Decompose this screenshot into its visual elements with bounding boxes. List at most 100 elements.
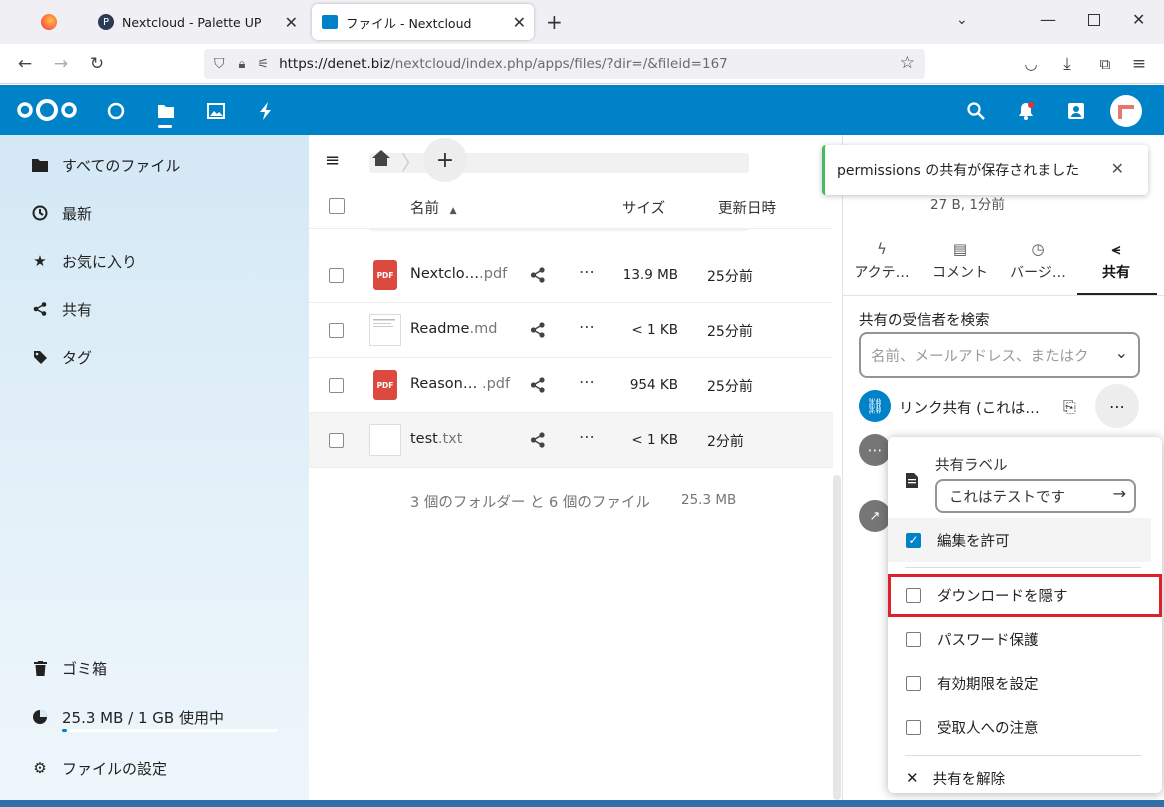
file-basename: Readme — [410, 321, 470, 337]
file-name[interactable]: Reason… .pdf — [410, 376, 510, 392]
more-actions-icon[interactable]: ⋯ — [579, 262, 595, 281]
share-search-label: 共有の受信者を検索 — [859, 313, 990, 329]
submit-arrow-icon[interactable]: → — [1113, 484, 1126, 503]
nav-all-files[interactable]: すべてのファイル — [30, 150, 180, 180]
dashboard-icon[interactable] — [104, 99, 128, 123]
firefox-icon — [41, 14, 57, 30]
tab-comments[interactable]: ▤ コメント — [921, 240, 999, 282]
tab-list-chevron-icon[interactable]: ⌄ — [956, 12, 968, 28]
sort-ascending-icon: ▲ — [449, 206, 457, 216]
share-icon[interactable] — [530, 322, 546, 342]
menu-allow-edit[interactable]: ✓ 編集を許可 — [888, 518, 1151, 562]
app-menu-icon[interactable]: ≡ — [1128, 53, 1150, 75]
file-name[interactable]: Nextclo….pdf — [410, 266, 507, 282]
pdf-file-icon: PDF — [373, 260, 397, 290]
share-icon[interactable] — [530, 432, 546, 452]
menu-password-protect[interactable]: パスワード保護 — [888, 617, 1162, 661]
share-label-input[interactable]: これはテストです → — [935, 479, 1136, 513]
tab-label: バージ… — [1010, 265, 1066, 281]
file-row[interactable]: Readme.md ⋯ < 1 KB 25分前 — [309, 303, 833, 358]
column-header-modified[interactable]: 更新日時 — [718, 197, 776, 218]
share-icon — [30, 302, 50, 316]
file-size: 954 KB — [629, 377, 678, 393]
browser-tab-files[interactable]: ファイル - Nextcloud ✕ — [312, 4, 534, 40]
back-arrow-icon[interactable]: ← — [14, 53, 36, 75]
column-label: 名前 — [410, 201, 439, 217]
menu-note-to-recipient[interactable]: 受取人への注意 — [888, 705, 1162, 749]
window-bottom-edge — [0, 800, 1164, 807]
extensions-icon[interactable]: ⧉ — [1094, 53, 1116, 75]
folder-icon — [30, 158, 50, 172]
tag-icon — [30, 350, 50, 365]
toast-close-icon[interactable]: ✕ — [1111, 159, 1124, 178]
maximize-icon[interactable] — [1088, 14, 1100, 26]
clock-icon — [30, 205, 50, 221]
shield-icon: ⛉ — [214, 56, 225, 72]
copy-link-icon[interactable]: ⎘ — [1063, 397, 1076, 417]
scrollbar[interactable] — [833, 475, 841, 800]
more-actions-icon[interactable]: ⋯ — [579, 427, 595, 446]
contacts-icon[interactable] — [1064, 99, 1088, 123]
tab-activity[interactable]: ϟ アクテ… — [843, 240, 921, 282]
row-checkbox[interactable] — [329, 433, 344, 448]
tab-sharing[interactable]: ⪪ 共有 — [1077, 240, 1155, 282]
nav-trash[interactable]: ゴミ箱 — [30, 653, 107, 683]
nav-label: 最新 — [62, 204, 93, 223]
share-search-input[interactable]: 名前、メールアドレス、またはク ⌄ — [859, 332, 1140, 378]
share-label-value: これはテストです — [949, 489, 1065, 506]
nav-shares[interactable]: 共有 — [30, 294, 92, 324]
download-icon[interactable]: ⤓ — [1056, 53, 1078, 75]
file-row-selected[interactable]: test.txt ⋯ < 1 KB 2分前 — [309, 413, 833, 468]
forward-arrow-icon[interactable]: → — [50, 53, 72, 75]
nav-tags[interactable]: タグ — [30, 342, 92, 372]
home-icon[interactable] — [371, 149, 393, 171]
share-icon[interactable] — [530, 377, 546, 397]
row-checkbox[interactable] — [329, 268, 344, 283]
nav-file-settings[interactable]: ⚙ ファイルの設定 — [30, 753, 167, 783]
user-avatar[interactable] — [1110, 95, 1142, 127]
file-name[interactable]: test.txt — [410, 431, 462, 447]
tab-close-icon[interactable]: ✕ — [285, 13, 298, 32]
nav-recent[interactable]: 最新 — [30, 198, 92, 228]
file-row[interactable]: PDF Nextclo….pdf ⋯ 13.9 MB 25分前 — [309, 248, 833, 303]
files-app-icon[interactable] — [154, 99, 178, 123]
search-icon[interactable] — [964, 99, 988, 123]
toggle-navigation-icon[interactable]: ≡ — [325, 150, 347, 172]
link-share-menu-button[interactable]: ⋯ — [1095, 384, 1139, 428]
url-path: /nextcloud/index.php/apps/files/?dir=/&f… — [390, 56, 728, 72]
minimize-icon[interactable]: — — [1040, 10, 1056, 29]
file-row[interactable]: PDF Reason… .pdf ⋯ 954 KB 25分前 — [309, 358, 833, 413]
pocket-icon[interactable]: ◡ — [1020, 53, 1042, 75]
new-item-plus-button[interactable]: + — [423, 138, 467, 182]
browser-tab-palette[interactable]: P Nextcloud - Palette UP ✕ — [88, 4, 306, 40]
notifications-bell-icon[interactable] — [1014, 99, 1038, 123]
tab-close-icon[interactable]: ✕ — [513, 13, 526, 32]
select-all-checkbox[interactable] — [329, 198, 345, 214]
file-name[interactable]: Readme.md — [410, 321, 497, 337]
more-actions-icon[interactable]: ⋯ — [579, 317, 595, 336]
pie-chart-icon — [30, 709, 50, 725]
bookmark-star-icon[interactable]: ☆ — [900, 53, 915, 73]
link-share-title[interactable]: リンク共有 (これは… — [899, 397, 1040, 418]
row-checkbox[interactable] — [329, 378, 344, 393]
close-icon: ✕ — [906, 769, 919, 787]
row-checkbox[interactable] — [329, 323, 344, 338]
nav-favorites[interactable]: ★ お気に入り — [30, 246, 137, 276]
menu-set-expiration[interactable]: 有効期限を設定 — [888, 661, 1162, 705]
more-actions-icon[interactable]: ⋯ — [579, 372, 595, 391]
url-host: https://denet.biz — [279, 56, 391, 72]
new-tab-icon[interactable]: + — [546, 10, 563, 34]
browser-tab-firefox[interactable] — [10, 4, 88, 40]
reload-icon[interactable]: ↻ — [86, 53, 108, 75]
photos-app-icon[interactable] — [204, 99, 228, 123]
activity-app-icon[interactable] — [254, 99, 278, 123]
document-thumbnail-icon — [369, 314, 401, 346]
url-bar[interactable]: ⛉ 🔒︎ ⚟ https://denet.biz/nextcloud/index… — [204, 49, 925, 79]
column-header-size[interactable]: サイズ — [622, 197, 665, 218]
column-header-name[interactable]: 名前 ▲ — [410, 197, 457, 218]
window-close-icon[interactable]: ✕ — [1132, 10, 1145, 29]
tab-versions[interactable]: ◷ バージ… — [999, 240, 1077, 282]
nextcloud-logo[interactable] — [16, 98, 78, 122]
share-icon[interactable] — [530, 267, 546, 287]
menu-unshare[interactable]: ✕ 共有を解除 — [888, 763, 1162, 793]
